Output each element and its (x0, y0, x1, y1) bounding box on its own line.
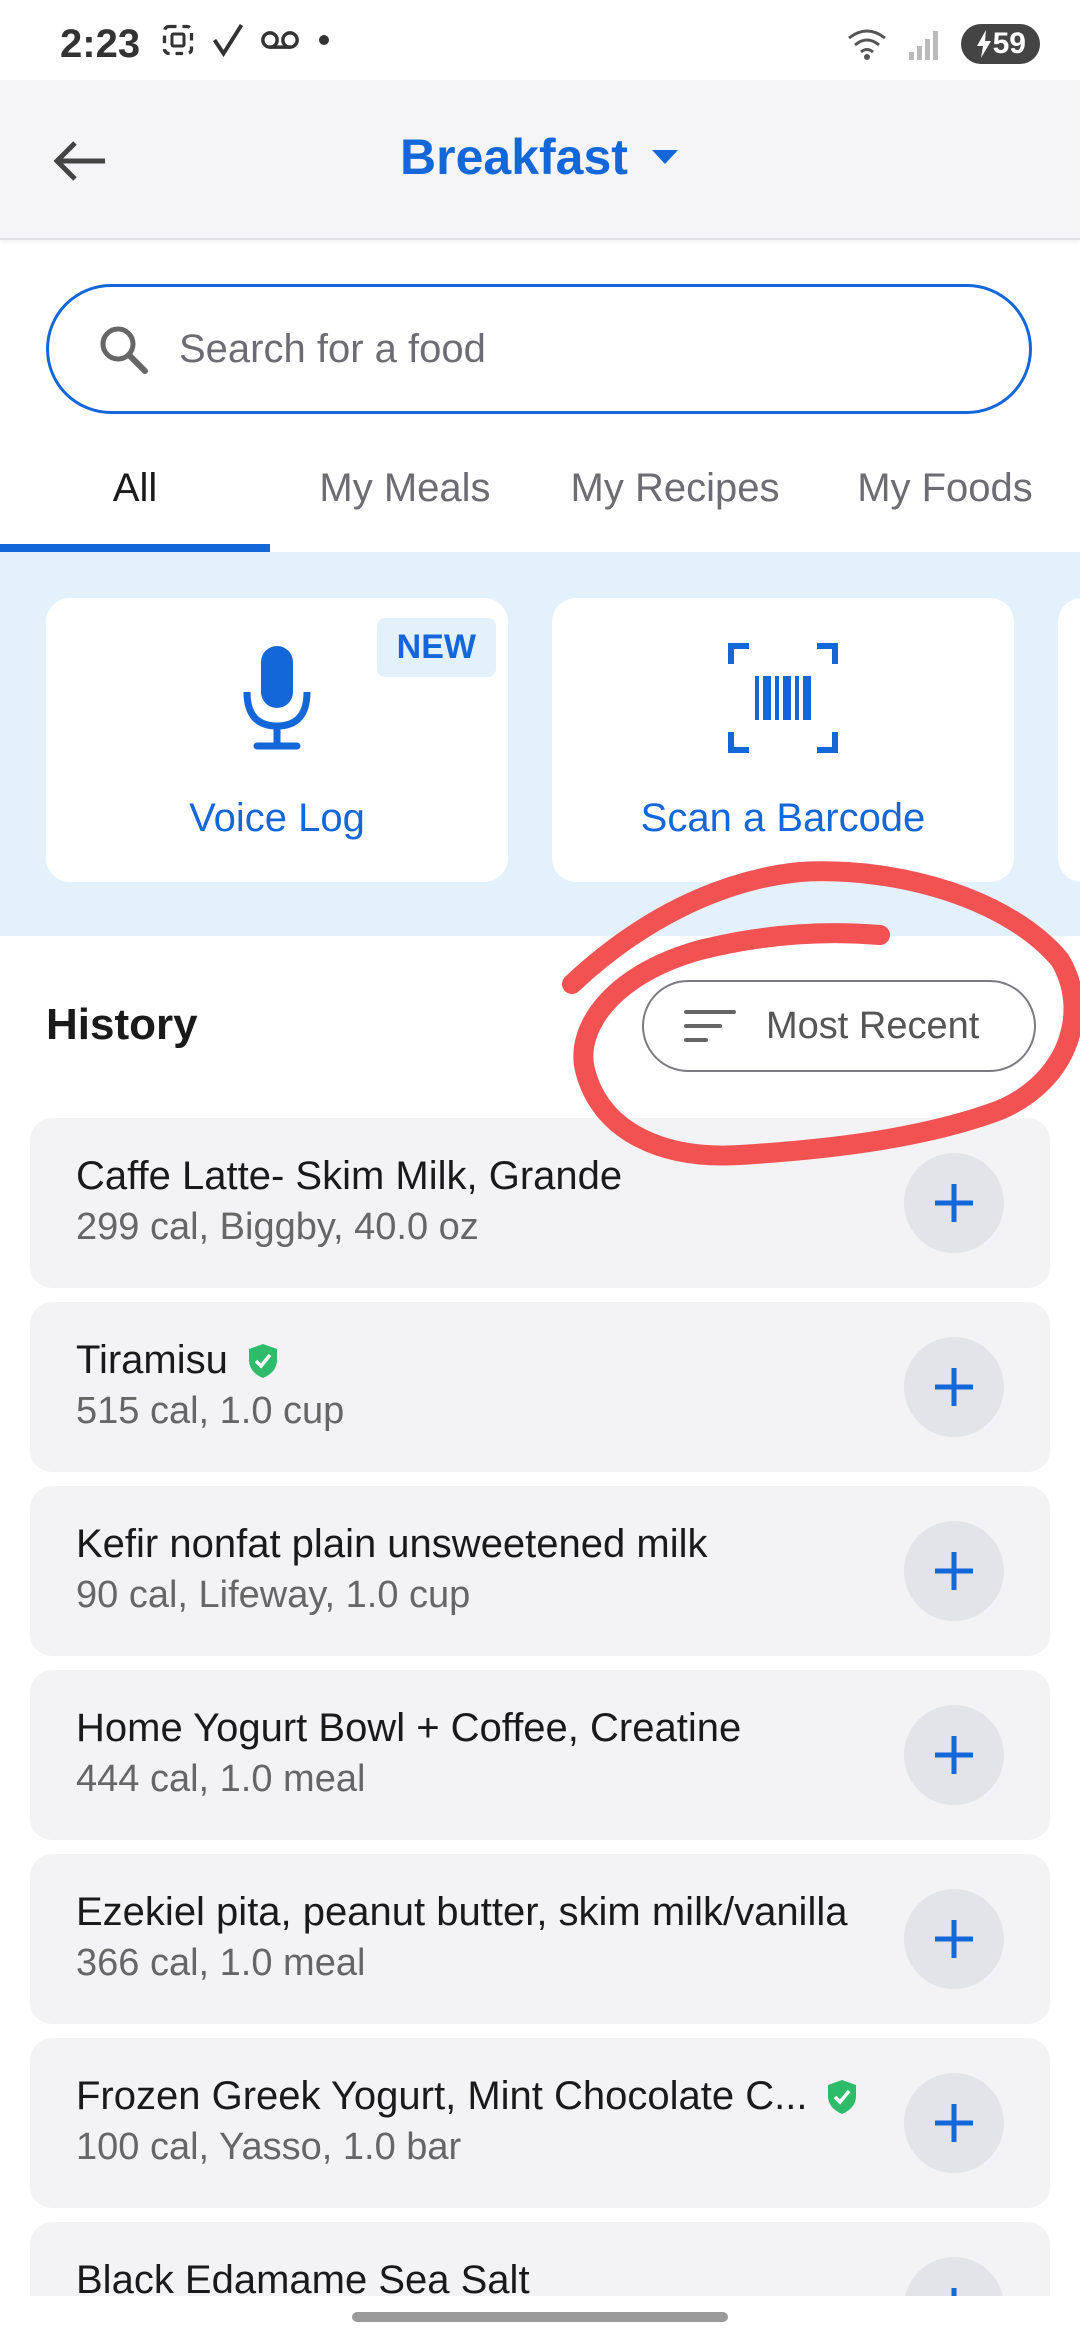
app-header: Breakfast (0, 80, 1080, 240)
food-name: Tiramisu (76, 1338, 228, 1382)
food-name: Frozen Greek Yogurt, Mint Chocolate C... (76, 2074, 808, 2118)
food-name: Home Yogurt Bowl + Coffee, Creatine (76, 1706, 742, 1750)
voice-log-label: Voice Log (189, 796, 365, 840)
add-food-button[interactable] (904, 1153, 1004, 1253)
tab-my-meals[interactable]: My Meals (270, 440, 540, 552)
status-icons-right: 59 (845, 24, 1040, 64)
add-food-button[interactable] (904, 2073, 1004, 2173)
sort-icon (684, 1010, 736, 1042)
meal-selector[interactable]: Breakfast (0, 128, 1080, 186)
screenshot-icon (162, 24, 194, 56)
search-box[interactable] (46, 284, 1032, 414)
food-detail: 299 cal, Biggby, 40.0 oz (76, 1206, 479, 1248)
charging-icon (976, 30, 991, 58)
food-detail: 366 cal, 1.0 meal (76, 1942, 366, 1984)
status-time: 2:23 (60, 22, 141, 66)
page-title: Breakfast (400, 129, 628, 185)
verified-shield-icon (828, 2079, 857, 2114)
food-detail: 515 cal, 1.0 cup (76, 1390, 345, 1432)
food-item[interactable]: Kefir nonfat plain unsweetened milk 90 c… (30, 1486, 1050, 1656)
food-item[interactable]: Frozen Greek Yogurt, Mint Chocolate C...… (30, 2038, 1050, 2208)
sort-label: Most Recent (766, 1004, 980, 1047)
quick-actions: NEW Voice Log Scan a Barcode (0, 552, 1080, 936)
food-item[interactable]: Ezekiel pita, peanut butter, skim milk/v… (30, 1854, 1050, 2024)
verified-shield-icon (248, 1343, 277, 1378)
home-indicator[interactable] (352, 2312, 728, 2322)
plus-icon (935, 1552, 973, 1590)
plus-icon (935, 1368, 973, 1406)
food-item[interactable]: Home Yogurt Bowl + Coffee, Creatine 444 … (30, 1670, 1050, 1840)
plus-icon (935, 1736, 973, 1774)
screen: 2:23 59 Breakfast All (0, 0, 1080, 2340)
tab-all[interactable]: All (0, 440, 270, 552)
caret-down-icon (651, 150, 678, 164)
food-name: Kefir nonfat plain unsweetened milk (76, 1522, 708, 1566)
check-icon (212, 23, 244, 58)
food-detail: 100 cal, Yasso, 1.0 bar (76, 2126, 462, 2168)
plus-icon (935, 1184, 973, 1222)
tab-my-recipes[interactable]: My Recipes (540, 440, 810, 552)
signal-icon (908, 31, 938, 60)
plus-icon (935, 1920, 973, 1958)
wifi-icon (847, 29, 886, 60)
food-name: Caffe Latte- Skim Milk, Grande (76, 1154, 623, 1198)
status-icons-left (160, 22, 334, 58)
status-bar: 2:23 59 (0, 0, 1080, 80)
search-icon (100, 326, 148, 374)
food-detail: 444 cal, 1.0 meal (76, 1758, 366, 1800)
voice-log-card[interactable]: NEW Voice Log (46, 598, 508, 882)
battery-level: 59 (992, 27, 1026, 60)
add-food-button[interactable] (904, 1521, 1004, 1621)
microphone-icon (243, 646, 311, 750)
food-item[interactable]: Tiramisu 515 cal, 1.0 cup (30, 1302, 1050, 1472)
dot-icon (319, 35, 329, 45)
plus-icon (935, 2104, 973, 2142)
next-action-card[interactable] (1058, 598, 1080, 882)
add-food-button[interactable] (904, 1889, 1004, 1989)
tab-my-foods[interactable]: My Foods (810, 440, 1080, 552)
barcode-icon (728, 643, 838, 753)
scan-barcode-label: Scan a Barcode (640, 796, 926, 840)
voicemail-icon (261, 31, 299, 49)
add-food-button[interactable] (904, 1705, 1004, 1805)
search-input[interactable] (177, 325, 941, 373)
tab-bar: All My Meals My Recipes My Foods (0, 440, 1080, 552)
scan-barcode-card[interactable]: Scan a Barcode (552, 598, 1014, 882)
food-detail: 90 cal, Lifeway, 1.0 cup (76, 1574, 471, 1616)
sort-button[interactable]: Most Recent (642, 980, 1036, 1072)
battery-indicator: 59 (960, 24, 1040, 64)
add-food-button[interactable] (904, 1337, 1004, 1437)
food-item[interactable]: Caffe Latte- Skim Milk, Grande 299 cal, … (30, 1118, 1050, 1288)
food-name: Ezekiel pita, peanut butter, skim milk/v… (76, 1890, 848, 1934)
history-title: History (46, 1000, 198, 1049)
